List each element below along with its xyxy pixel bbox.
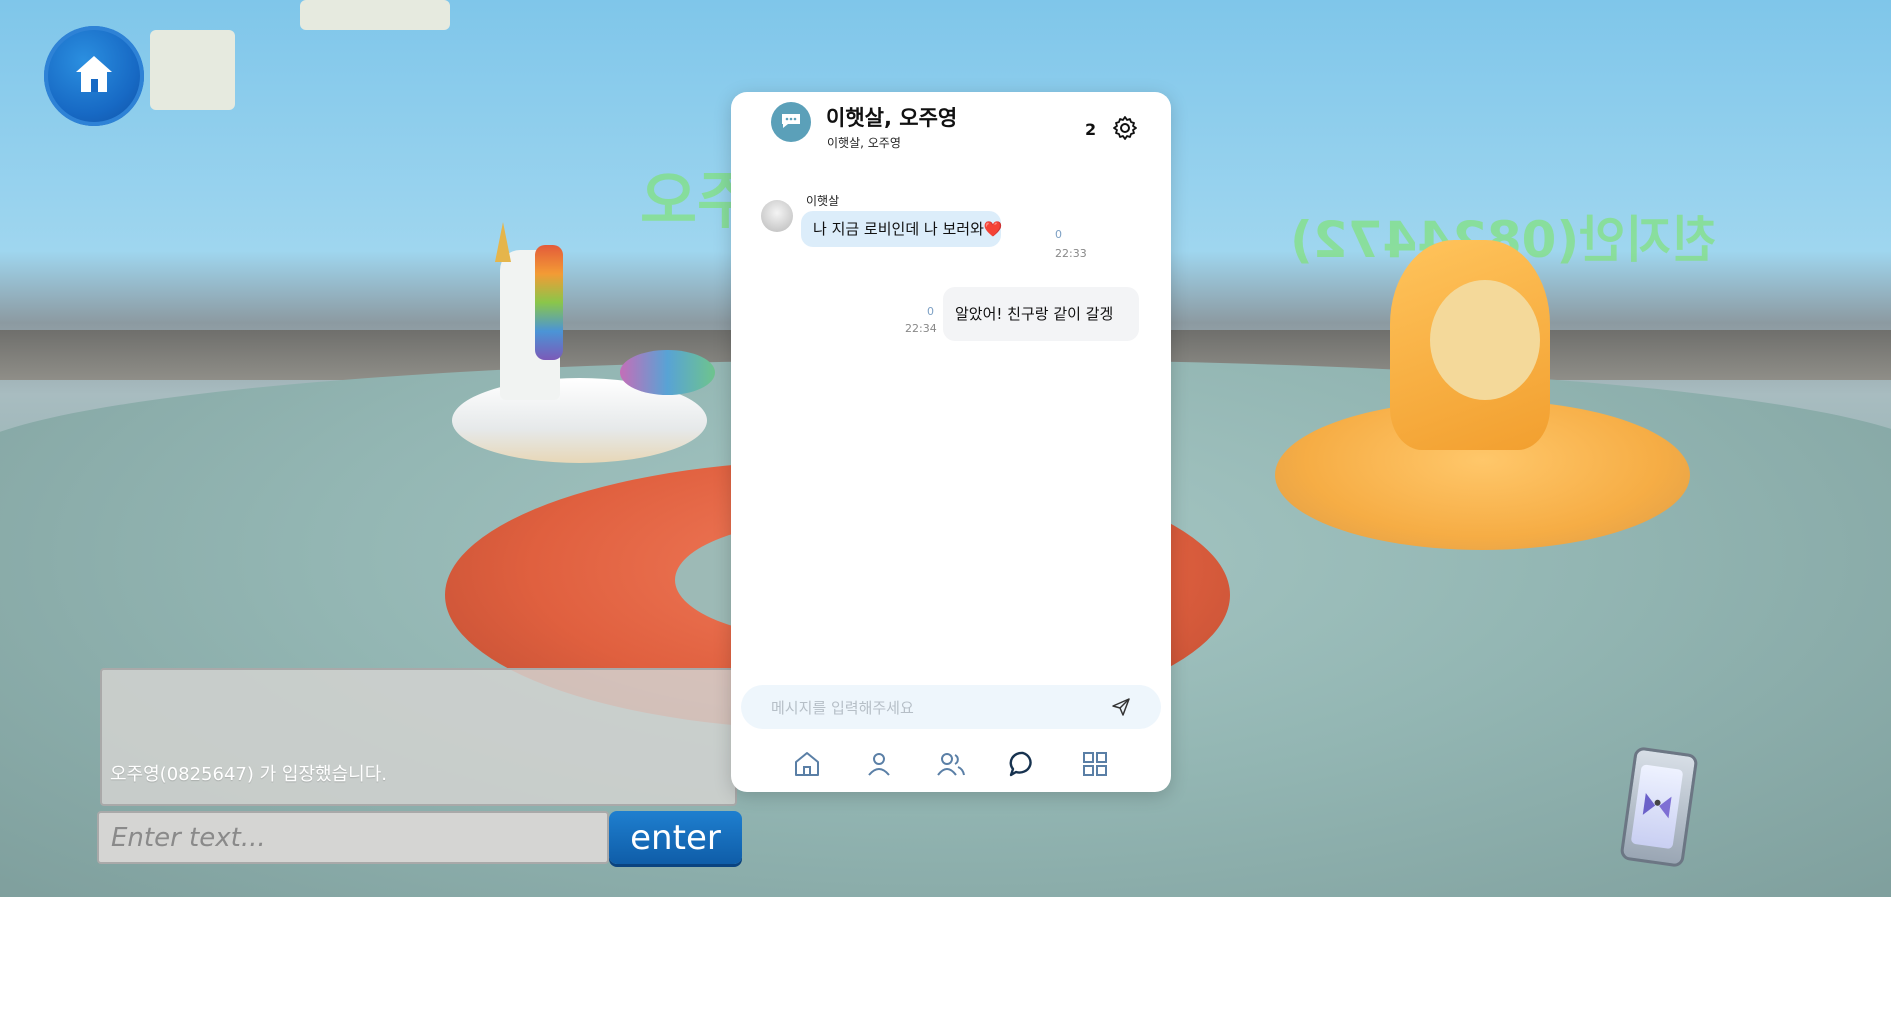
heart-emoji: ❤️ <box>983 220 1003 238</box>
messenger-panel: 이햇살, 오주영 이햇살, 오주영 2 이햇살 나 지금 로비인데 나 보러와❤… <box>731 92 1171 792</box>
member-count: 2 <box>1085 120 1097 139</box>
message-sender-name: 이햇살 <box>806 194 840 208</box>
people-icon[interactable] <box>935 748 967 780</box>
message-text: 나 지금 로비인데 나 보러와 <box>813 220 984 238</box>
chat-bubble-icon <box>782 114 800 128</box>
chat-text-input[interactable] <box>97 811 609 864</box>
sender-avatar[interactable] <box>761 200 793 232</box>
message-bubble-outgoing: 알았어! 친구랑 같이 갈겡 <box>943 287 1139 341</box>
room-subtitle: 이햇살, 오주영 <box>827 136 901 150</box>
cloud <box>300 0 450 30</box>
unread-count: 0 <box>927 305 934 318</box>
house-icon <box>76 56 112 92</box>
messenger-nav <box>731 740 1171 792</box>
unicorn-tail <box>620 350 715 395</box>
chat-log: 오주영(0825647) 가 입장했습니다. <box>100 668 737 806</box>
home-icon[interactable] <box>791 748 823 780</box>
chat-icon[interactable] <box>1007 748 1039 780</box>
message-time: 22:33 <box>1055 247 1087 260</box>
home-button[interactable] <box>44 26 144 126</box>
message-input[interactable] <box>769 685 1103 731</box>
chat-log-line: 오주영(0825647) 가 입장했습니다. <box>110 764 387 785</box>
message-bubble-incoming: 나 지금 로비인데 나 보러와❤️ <box>801 211 1003 247</box>
messenger-header: 이햇살, 오주영 이햇살, 오주영 2 <box>731 92 1171 162</box>
room-avatar <box>771 102 811 142</box>
unicorn-horn <box>495 222 511 262</box>
cloud <box>150 30 235 110</box>
grid-icon[interactable] <box>1079 748 1111 780</box>
person-icon[interactable] <box>863 748 895 780</box>
unread-count: 0 <box>1055 228 1062 241</box>
phone-icon <box>1642 793 1672 819</box>
room-title: 이햇살, 오주영 <box>826 106 958 130</box>
gear-icon[interactable] <box>1111 114 1139 142</box>
enter-button[interactable]: enter <box>609 811 742 864</box>
message-text: 알았어! 친구랑 같이 갈겡 <box>955 305 1114 323</box>
send-icon[interactable] <box>1111 697 1131 717</box>
unicorn-mane <box>535 245 563 360</box>
message-time: 22:34 <box>905 322 937 335</box>
message-input-box <box>741 685 1161 731</box>
player-avatar[interactable] <box>1430 280 1540 400</box>
